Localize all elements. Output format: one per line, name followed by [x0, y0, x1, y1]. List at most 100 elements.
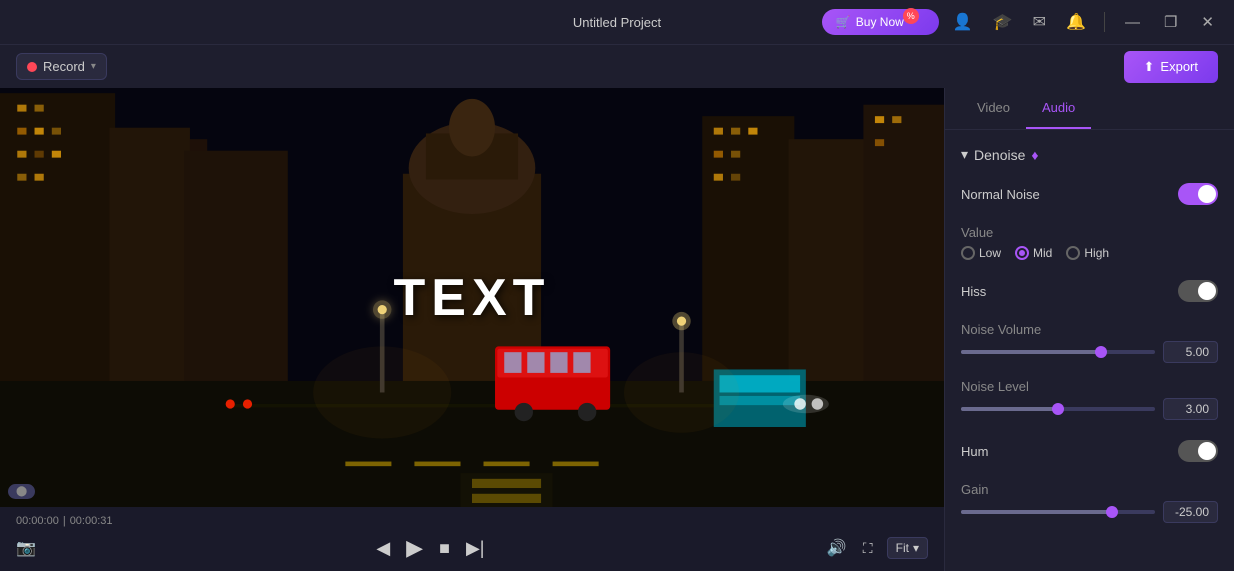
video-text-overlay: TEXT — [394, 268, 551, 328]
gain-section: Gain -25.00 — [961, 482, 1218, 523]
noise-level-track[interactable] — [961, 407, 1155, 411]
left-controls: 📷 — [16, 538, 36, 558]
value-section: Value Low Mid High — [961, 225, 1218, 260]
denoise-section-header[interactable]: ▾ Denoise ♦ — [961, 146, 1218, 163]
timeline-row: 00:00:00 | 00:00:31 — [16, 515, 928, 527]
noise-level-value: 3.00 — [1163, 398, 1218, 420]
gain-value: -25.00 — [1163, 501, 1218, 523]
section-chevron-icon: ▾ — [961, 146, 968, 163]
normal-noise-label: Normal Noise — [961, 187, 1040, 202]
normal-noise-toggle[interactable] — [1178, 183, 1218, 205]
stop-button[interactable]: ■ — [437, 536, 452, 561]
noise-level-label: Noise Level — [961, 379, 1218, 394]
radio-high-circle — [1066, 246, 1080, 260]
toolbar: Record ▾ ⬆ Export — [0, 44, 1234, 88]
app-title: Untitled Project — [573, 15, 661, 30]
noise-volume-track-container — [961, 346, 1155, 358]
time-display: 00:00:00 | 00:00:31 — [16, 515, 113, 527]
hiss-toggle[interactable] — [1178, 280, 1218, 302]
gain-slider-row: -25.00 — [961, 501, 1218, 523]
noise-volume-fill — [961, 350, 1101, 354]
play-button[interactable]: ▶ — [404, 533, 425, 563]
noise-volume-value: 5.00 — [1163, 341, 1218, 363]
tabs-row: Video Audio — [945, 88, 1234, 130]
noise-level-track-container — [961, 403, 1155, 415]
fit-label: Fit — [896, 541, 909, 555]
hiss-row: Hiss — [961, 276, 1218, 306]
radio-mid[interactable]: Mid — [1015, 246, 1052, 260]
record-dot-icon — [27, 62, 37, 72]
cart-icon: 🛒 — [836, 15, 851, 29]
value-label: Value — [961, 225, 1218, 240]
value-radio-group: Low Mid High — [961, 246, 1218, 260]
noise-level-slider-row: 3.00 — [961, 398, 1218, 420]
noise-volume-track[interactable] — [961, 350, 1155, 354]
gain-fill — [961, 510, 1112, 514]
record-label: Record — [43, 59, 85, 74]
export-button[interactable]: ⬆ Export — [1124, 51, 1218, 83]
titlebar-divider — [1104, 12, 1105, 32]
radio-low-label: Low — [979, 246, 1001, 260]
noise-volume-thumb[interactable] — [1095, 346, 1107, 358]
buy-now-label: Buy Now — [856, 15, 904, 29]
time-separator: | — [63, 515, 66, 527]
gain-track[interactable] — [961, 510, 1155, 514]
tab-audio[interactable]: Audio — [1026, 88, 1091, 129]
hum-toggle[interactable] — [1178, 440, 1218, 462]
video-controls: 00:00:00 | 00:00:31 📷 ◀ ▶ ■ ▶| 🔊 ⛶ — [0, 507, 944, 571]
volume-button[interactable]: 🔊 — [825, 536, 849, 560]
user-icon-button[interactable]: 👤 — [947, 8, 979, 36]
hum-row: Hum — [961, 436, 1218, 466]
mail-icon-button[interactable]: ✉ — [1027, 8, 1052, 36]
record-button[interactable]: Record ▾ — [16, 53, 107, 80]
hum-label: Hum — [961, 444, 988, 459]
prev-button[interactable]: ◀ — [374, 536, 392, 561]
right-panel: Video Audio ▾ Denoise ♦ Normal Noise Val… — [944, 88, 1234, 571]
title-bar: Untitled Project 🛒 Buy Now % 👤 🎓 ✉ 🔔 — ❐… — [0, 0, 1234, 44]
maximize-button[interactable]: ❐ — [1156, 9, 1185, 35]
minimize-button[interactable]: — — [1117, 10, 1148, 35]
tab-video[interactable]: Video — [961, 88, 1026, 129]
diamond-icon: ♦ — [1031, 147, 1038, 163]
fullscreen-button[interactable]: ⛶ — [861, 538, 875, 559]
radio-low-circle — [961, 246, 975, 260]
screenshot-button[interactable]: 📷 — [16, 538, 36, 558]
noise-level-section: Noise Level 3.00 — [961, 379, 1218, 420]
normal-noise-row: Normal Noise — [961, 179, 1218, 209]
gain-thumb[interactable] — [1106, 506, 1118, 518]
bell-icon-button[interactable]: 🔔 — [1060, 8, 1092, 36]
playback-controls: ◀ ▶ ■ ▶| — [374, 533, 486, 563]
video-panel: TEXT ⬤ 00:00:00 | 00:00:31 📷 ◀ ▶ — [0, 88, 944, 571]
video-area: TEXT ⬤ — [0, 88, 944, 507]
hiss-label: Hiss — [961, 284, 986, 299]
main-content: TEXT ⬤ 00:00:00 | 00:00:31 📷 ◀ ▶ — [0, 88, 1234, 571]
promo-badge: % — [903, 8, 919, 24]
time-total: 00:00:31 — [70, 515, 113, 527]
radio-mid-label: Mid — [1033, 246, 1052, 260]
title-bar-right: 🛒 Buy Now % 👤 🎓 ✉ 🔔 — ❐ ✕ — [822, 8, 1222, 36]
thumbnail-indicator: ⬤ — [8, 484, 35, 499]
next-button[interactable]: ▶| — [464, 536, 487, 561]
noise-volume-slider-row: 5.00 — [961, 341, 1218, 363]
noise-level-fill — [961, 407, 1058, 411]
noise-volume-label: Noise Volume — [961, 322, 1218, 337]
export-icon: ⬆ — [1144, 59, 1155, 75]
radio-high[interactable]: High — [1066, 246, 1109, 260]
buy-now-button[interactable]: 🛒 Buy Now % — [822, 9, 939, 35]
denoise-label: Denoise — [974, 147, 1025, 163]
radio-low[interactable]: Low — [961, 246, 1001, 260]
close-button[interactable]: ✕ — [1193, 9, 1222, 35]
fit-select[interactable]: Fit ▾ — [887, 537, 928, 559]
record-dropdown-icon: ▾ — [91, 61, 96, 72]
gain-label: Gain — [961, 482, 1218, 497]
right-controls: 🔊 ⛶ Fit ▾ — [825, 536, 928, 560]
export-label: Export — [1160, 59, 1198, 74]
noise-level-thumb[interactable] — [1052, 403, 1064, 415]
gain-track-container — [961, 506, 1155, 518]
graduation-icon-button[interactable]: 🎓 — [987, 8, 1019, 36]
radio-mid-circle — [1015, 246, 1029, 260]
radio-high-label: High — [1084, 246, 1109, 260]
audio-panel-content: ▾ Denoise ♦ Normal Noise Value Low — [945, 130, 1234, 539]
noise-volume-section: Noise Volume 5.00 — [961, 322, 1218, 363]
fit-chevron-icon: ▾ — [913, 541, 919, 555]
